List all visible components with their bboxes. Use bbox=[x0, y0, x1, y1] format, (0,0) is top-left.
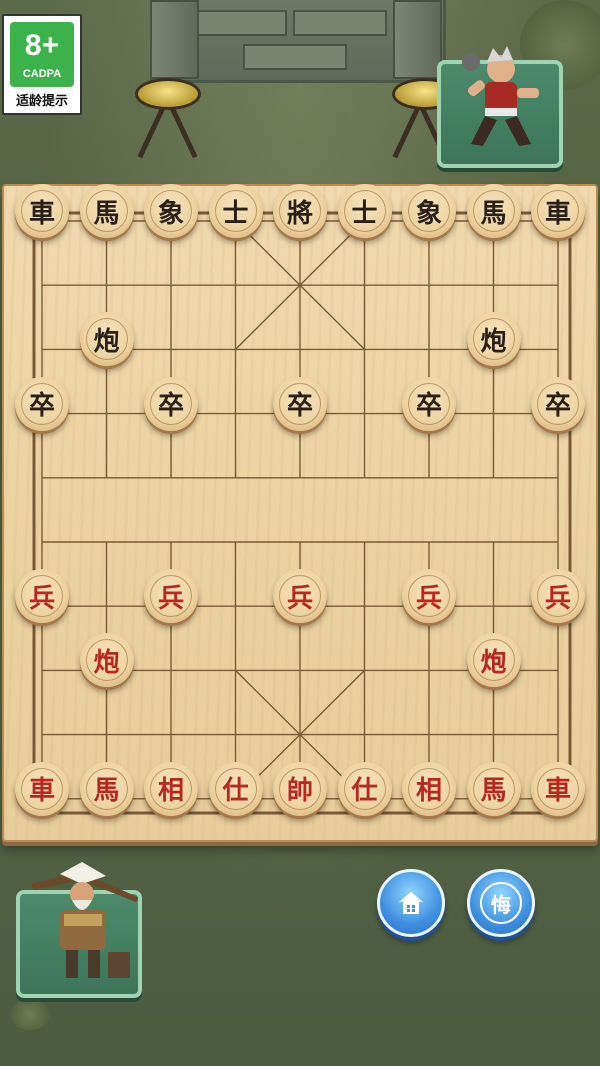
black-piece[interactable]: 卒 bbox=[402, 376, 456, 431]
red-piece[interactable]: 炮 bbox=[466, 633, 521, 688]
piece-label: 象 bbox=[415, 198, 442, 229]
piece-label: 象 bbox=[157, 198, 184, 229]
piece-label: 車 bbox=[28, 776, 55, 807]
piece-label: 卒 bbox=[544, 391, 571, 422]
black-piece[interactable]: 象 bbox=[402, 184, 456, 238]
piece-label: 馬 bbox=[480, 198, 507, 229]
age-hint: 适龄提示 bbox=[15, 94, 68, 109]
red-piece[interactable]: 炮 bbox=[79, 633, 134, 688]
home-button[interactable] bbox=[377, 869, 445, 937]
piece-label: 馬 bbox=[93, 776, 120, 807]
age-rating-badge: 8+ CADPA 适龄提示 bbox=[2, 14, 82, 115]
black-piece[interactable]: 卒 bbox=[144, 376, 198, 431]
piece-label: 炮 bbox=[480, 647, 507, 678]
piece-label: 卒 bbox=[28, 391, 55, 422]
piece-label: 炮 bbox=[93, 326, 120, 357]
piece-label: 車 bbox=[544, 776, 571, 807]
piece-label: 兵 bbox=[286, 583, 313, 614]
piece-label: 車 bbox=[28, 198, 55, 229]
warrior-portrait-icon bbox=[462, 46, 539, 146]
brazier-left bbox=[135, 78, 201, 110]
piece-label: 兵 bbox=[544, 583, 571, 614]
piece-label: 卒 bbox=[286, 391, 313, 422]
piece-label: 帥 bbox=[286, 776, 313, 807]
black-piece[interactable]: 士 bbox=[208, 184, 263, 238]
board-outer-border bbox=[32, 211, 572, 815]
piece-label: 仕 bbox=[222, 776, 249, 807]
piece-label: 兵 bbox=[28, 583, 55, 614]
black-piece[interactable]: 象 bbox=[144, 184, 198, 238]
piece-label: 卒 bbox=[415, 391, 442, 422]
piece-label: 車 bbox=[544, 198, 571, 229]
black-piece[interactable]: 馬 bbox=[79, 184, 134, 238]
red-piece[interactable]: 相 bbox=[402, 761, 456, 816]
red-piece[interactable]: 相 bbox=[144, 761, 198, 816]
black-piece[interactable]: 卒 bbox=[273, 376, 327, 431]
piece-label: 相 bbox=[415, 776, 442, 807]
piece-label: 炮 bbox=[480, 326, 507, 357]
piece-label: 兵 bbox=[415, 583, 442, 614]
black-piece[interactable]: 炮 bbox=[466, 312, 521, 367]
xiangqi-board[interactable]: 車馬象士將士象馬車炮炮卒卒卒卒卒兵兵兵兵兵炮炮車馬相仕帥仕相馬車 bbox=[2, 184, 598, 842]
piece-label: 相 bbox=[157, 776, 184, 807]
black-piece[interactable]: 將 bbox=[273, 184, 327, 238]
black-piece[interactable]: 車 bbox=[531, 184, 585, 238]
undo-ring: 悔 bbox=[480, 882, 522, 924]
piece-label: 兵 bbox=[157, 583, 184, 614]
red-piece[interactable]: 馬 bbox=[466, 761, 521, 816]
black-piece[interactable]: 炮 bbox=[79, 312, 134, 367]
stone-pillar-right bbox=[393, 0, 442, 79]
red-piece[interactable]: 車 bbox=[531, 761, 585, 816]
black-piece[interactable]: 車 bbox=[15, 184, 69, 238]
piece-label: 士 bbox=[222, 198, 249, 229]
black-piece[interactable]: 馬 bbox=[466, 184, 521, 238]
red-piece[interactable]: 馬 bbox=[79, 761, 134, 816]
red-piece[interactable]: 帥 bbox=[273, 761, 327, 816]
black-piece[interactable]: 卒 bbox=[15, 376, 69, 431]
piece-label: 士 bbox=[351, 198, 378, 229]
piece-label: 仕 bbox=[351, 776, 378, 807]
red-piece[interactable]: 兵 bbox=[15, 569, 69, 624]
opponent-avatar[interactable] bbox=[437, 46, 563, 168]
red-piece[interactable]: 兵 bbox=[144, 569, 198, 624]
piece-label: 馬 bbox=[93, 198, 120, 229]
player-avatar[interactable] bbox=[16, 862, 142, 998]
red-piece[interactable]: 仕 bbox=[337, 761, 392, 816]
board-grid bbox=[32, 211, 572, 815]
undo-button[interactable]: 悔 bbox=[467, 869, 535, 937]
red-piece[interactable]: 兵 bbox=[402, 569, 456, 624]
piece-label: 馬 bbox=[480, 776, 507, 807]
general-portrait-icon bbox=[30, 862, 138, 978]
stone-pillar-left bbox=[150, 0, 199, 79]
undo-label: 悔 bbox=[491, 892, 511, 917]
black-piece[interactable]: 士 bbox=[337, 184, 392, 238]
rating-org: CADPA bbox=[22, 68, 62, 80]
piece-label: 卒 bbox=[157, 391, 184, 422]
piece-label: 炮 bbox=[93, 647, 120, 678]
rock bbox=[10, 1000, 50, 1030]
black-piece[interactable]: 卒 bbox=[531, 376, 585, 431]
home-icon bbox=[399, 892, 423, 914]
red-piece[interactable]: 兵 bbox=[531, 569, 585, 624]
red-piece[interactable]: 兵 bbox=[273, 569, 327, 624]
age-rating: 8+ bbox=[24, 29, 60, 62]
red-piece[interactable]: 仕 bbox=[208, 761, 263, 816]
red-piece[interactable]: 車 bbox=[15, 761, 69, 816]
piece-label: 將 bbox=[286, 198, 313, 229]
